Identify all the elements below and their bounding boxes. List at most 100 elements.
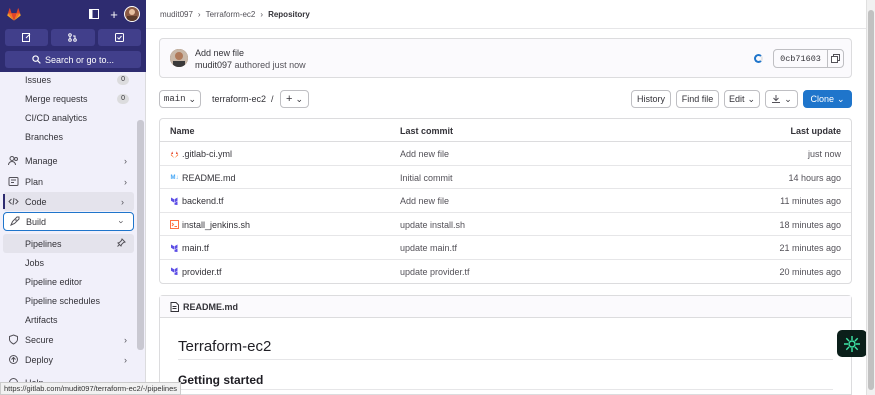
duo-chat-button[interactable] <box>837 330 867 357</box>
merge-requests-shortcut-button[interactable] <box>51 29 95 46</box>
sidebar-item-label: Branches <box>25 131 64 142</box>
sidebar-toggle-icon[interactable] <box>86 6 102 22</box>
download-dropdown[interactable]: ⌄ <box>765 90 798 108</box>
pipeline-running-icon[interactable] <box>754 54 763 63</box>
sidebar-item-ci-cd-analytics[interactable]: CI/CD analytics <box>0 108 137 127</box>
file-last-update: 18 minutes ago <box>779 219 841 230</box>
table-row[interactable]: provider.tf update provider.tf 20 minute… <box>160 260 851 284</box>
sidebar-item-pipeline-schedules[interactable]: Pipeline schedules <box>0 291 137 310</box>
deploy-icon <box>8 354 19 365</box>
sidebar-item-pipelines[interactable]: Pipelines <box>3 234 134 253</box>
terraform-file-icon <box>170 267 179 276</box>
create-new-icon[interactable]: + <box>106 6 122 22</box>
file-name[interactable]: provider.tf <box>182 267 222 277</box>
status-bar-url: https://gitlab.com/mudit097/terraform-ec… <box>0 382 181 395</box>
commit-author-avatar[interactable] <box>170 49 188 67</box>
breadcrumb-separator: › <box>197 9 201 19</box>
sidebar-item-jobs[interactable]: Jobs <box>0 253 137 272</box>
plus-icon: + <box>286 93 293 105</box>
pin-icon[interactable] <box>117 238 126 249</box>
history-label: History <box>636 94 665 104</box>
file-last-commit[interactable]: Add new file <box>400 196 449 206</box>
breadcrumb-current[interactable]: Repository <box>268 10 310 19</box>
sidebar-item-label: Code <box>25 196 47 207</box>
todo-shortcut-button[interactable] <box>97 29 141 46</box>
file-last-commit[interactable]: update main.tf <box>400 243 457 253</box>
column-header-last-update: Last update <box>790 126 841 136</box>
readme-filename[interactable]: README.md <box>183 302 238 312</box>
merge-requests-count-badge: 0 <box>117 93 129 104</box>
sidebar-item-issues[interactable]: Issues 0 <box>0 70 137 89</box>
sidebar-item-secure[interactable]: Secure › <box>0 330 137 349</box>
commit-sha[interactable]: 0cb71603 <box>773 49 828 68</box>
commit-author-line: mudit097 authored just now <box>195 60 306 70</box>
sidebar-item-branches[interactable]: Branches <box>0 127 137 146</box>
chevron-down-icon: ⌄ <box>295 93 303 104</box>
file-last-commit[interactable]: update install.sh <box>400 220 465 230</box>
scrollbar-thumb[interactable] <box>868 10 874 390</box>
divider <box>178 359 833 360</box>
sidebar-item-pipeline-editor[interactable]: Pipeline editor <box>0 272 137 291</box>
file-last-commit[interactable]: Add new file <box>400 149 449 159</box>
sidebar-item-label: Issues <box>25 74 52 85</box>
readme-panel: README.md Terraform-ec2 Getting started <box>159 295 852 395</box>
code-icon <box>8 196 19 207</box>
file-last-commit[interactable]: update provider.tf <box>400 267 470 277</box>
commit-title[interactable]: Add new file <box>195 48 244 58</box>
search-label: Search or go to... <box>44 54 115 65</box>
branch-selector[interactable]: main ⌄ <box>159 90 201 108</box>
divider <box>178 389 833 390</box>
copy-sha-button[interactable] <box>827 49 844 68</box>
file-name[interactable]: backend.tf <box>182 196 224 206</box>
sidebar-item-label: Plan <box>25 176 44 187</box>
commit-author[interactable]: mudit097 <box>195 60 232 70</box>
repo-path-root[interactable]: terraform-ec2 <box>212 94 266 104</box>
chevron-down-icon: ⌄ <box>784 93 792 104</box>
sidebar-item-artifacts[interactable]: Artifacts <box>0 310 137 329</box>
table-row[interactable]: main.tf update main.tf 21 minutes ago <box>160 236 851 260</box>
table-row[interactable]: install_jenkins.sh update install.sh 18 … <box>160 213 851 236</box>
sidebar-item-label: Pipeline schedules <box>25 295 101 306</box>
page-scrollbar[interactable] <box>866 0 875 395</box>
search-icon <box>32 55 41 64</box>
column-header-last-commit: Last commit <box>400 126 454 136</box>
add-file-dropdown[interactable]: + ⌄ <box>280 90 309 108</box>
sidebar-scrollbar[interactable] <box>137 120 144 350</box>
gitlab-logo-icon[interactable] <box>6 6 22 22</box>
breadcrumb-project[interactable]: Terraform-ec2 <box>206 10 256 19</box>
issues-shortcut-button[interactable] <box>5 29 49 46</box>
sidebar-item-merge-requests[interactable]: Merge requests 0 <box>0 89 137 108</box>
commit-time: authored just now <box>234 60 306 70</box>
terraform-file-icon <box>170 244 179 253</box>
table-row[interactable]: .gitlab-ci.yml Add new file just now <box>160 142 851 166</box>
terraform-file-icon <box>170 197 179 206</box>
sidebar-item-build[interactable]: Build › <box>3 212 134 231</box>
clone-dropdown[interactable]: Clone ⌄ <box>803 90 852 108</box>
file-name[interactable]: install_jenkins.sh <box>182 220 250 230</box>
download-icon <box>772 95 781 103</box>
file-last-commit[interactable]: Initial commit <box>400 173 453 183</box>
table-row[interactable]: M↓ README.md Initial commit 14 hours ago <box>160 166 851 189</box>
file-name[interactable]: main.tf <box>182 243 209 253</box>
planning-icon <box>8 176 19 187</box>
user-avatar[interactable] <box>124 6 140 22</box>
sidebar-item-manage[interactable]: Manage › <box>0 151 137 170</box>
sidebar-item-deploy[interactable]: Deploy › <box>0 350 137 369</box>
file-last-update: 21 minutes ago <box>779 243 841 253</box>
history-button[interactable]: History <box>631 90 671 108</box>
find-file-button[interactable]: Find file <box>676 90 719 108</box>
table-row[interactable]: backend.tf Add new file 11 minutes ago <box>160 189 851 213</box>
breadcrumb-user[interactable]: mudit097 <box>160 10 193 19</box>
column-header-name: Name <box>170 126 195 136</box>
file-name[interactable]: .gitlab-ci.yml <box>182 149 232 159</box>
file-name[interactable]: README.md <box>182 173 236 183</box>
sidebar-item-code[interactable]: Code › <box>3 192 134 211</box>
path-separator: / <box>271 94 274 104</box>
readme-header: README.md <box>160 296 851 318</box>
shell-file-icon <box>170 220 179 229</box>
edit-dropdown[interactable]: Edit ⌄ <box>724 90 760 108</box>
search-button[interactable]: Search or go to... <box>5 51 141 68</box>
sidebar-item-label: Jobs <box>25 257 45 268</box>
sidebar-item-label: CI/CD analytics <box>25 112 88 123</box>
sidebar-item-plan[interactable]: Plan › <box>0 172 137 191</box>
